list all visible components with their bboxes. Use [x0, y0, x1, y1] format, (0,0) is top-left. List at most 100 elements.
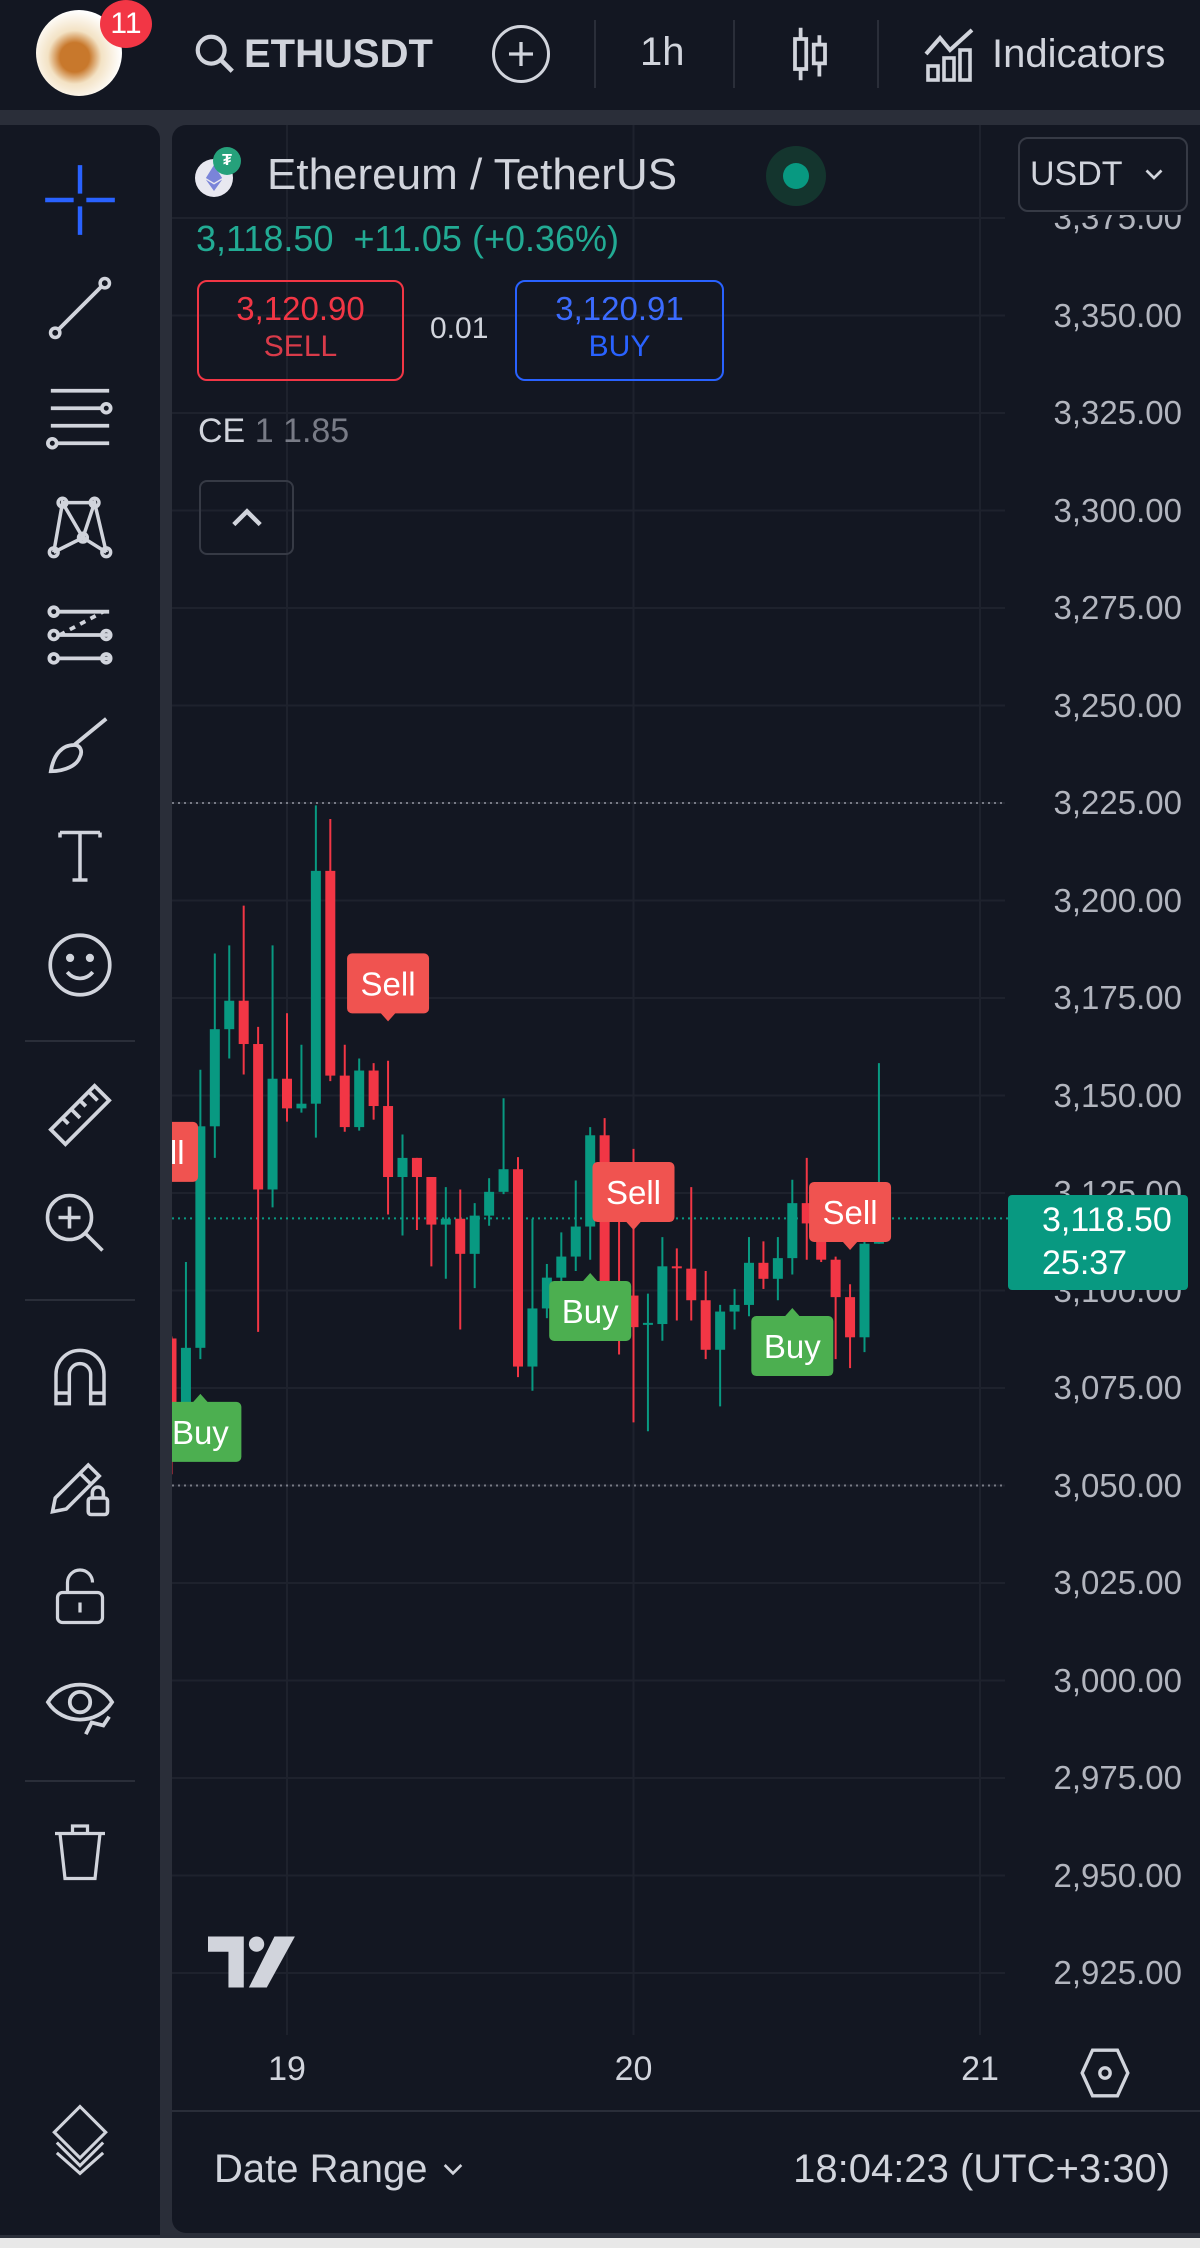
candle: [325, 818, 336, 1082]
candle-body: [642, 1322, 653, 1325]
sell-signal-label: Sell: [130, 1121, 199, 1190]
candle-body: [282, 1078, 292, 1109]
candle: [758, 1241, 769, 1289]
currency-dropdown[interactable]: USDT: [1018, 137, 1188, 212]
arrow-down-icon: [842, 1240, 859, 1250]
candle-body: [411, 1157, 422, 1178]
price-change: +11.05: [353, 218, 462, 259]
buy-signal-label: Buy: [751, 1308, 834, 1377]
price-tick-label: 3,000.00: [1053, 1661, 1182, 1699]
candle-body: [296, 1103, 307, 1109]
candle: [209, 953, 220, 1158]
candle-body: [772, 1258, 783, 1279]
arrow-down-icon: [380, 1012, 397, 1022]
clock-timezone[interactable]: 18:04:23 (UTC+3:30): [793, 2147, 1170, 2192]
buy-signal-label: Buy: [172, 1393, 242, 1462]
settings-icon: [1080, 2048, 1130, 2098]
spread-value: 0.01: [430, 312, 489, 345]
chevron-up-icon: [231, 507, 262, 526]
candle-body: [513, 1169, 523, 1367]
sell-button[interactable]: 3,120.90 SELL: [197, 280, 404, 381]
sell-signal-label: Sell: [809, 1181, 892, 1250]
price-tick-label: 3,300.00: [1053, 491, 1182, 529]
footer-divider: [172, 2110, 1200, 2112]
candle-body: [469, 1215, 480, 1254]
tradingview-logo[interactable]: [208, 1936, 300, 1988]
price-tick-label: 3,225.00: [1053, 784, 1182, 821]
date-tick-label: 21: [961, 2050, 999, 2088]
candle: [455, 1189, 466, 1330]
collapse-legend-button[interactable]: [199, 480, 294, 555]
price-change-percent: (+0.36%): [471, 218, 620, 259]
candle: [498, 1098, 509, 1195]
signal-text: Sell: [130, 1134, 185, 1171]
bottom-edge: [0, 2238, 1200, 2248]
arrow-up-icon: [192, 1393, 209, 1403]
price-tick-label: 3,175.00: [1053, 979, 1182, 1016]
candle: [195, 1069, 206, 1360]
candle: [859, 1241, 870, 1353]
candle: [238, 905, 249, 1075]
candle: [715, 1304, 726, 1407]
candle-body: [570, 1226, 581, 1257]
candle: [426, 1177, 437, 1267]
buy-button[interactable]: 3,120.91 BUY: [515, 280, 724, 381]
candle: [339, 1044, 350, 1132]
candle: [657, 1237, 668, 1341]
symbol-title: Ethereum / TetherUS: [267, 150, 678, 199]
symbol-header: ₮ Ethereum / TetherUS: [195, 145, 677, 205]
candle: [686, 1187, 697, 1321]
candle-body: [845, 1297, 856, 1338]
candle: [845, 1284, 856, 1369]
price-axis[interactable]: 3,375.00 3,350.00 3,325.00 3,300.00 3,275.00…: [1005, 215, 1200, 2035]
date-tick-label: 19: [268, 2050, 306, 2088]
date-range-button[interactable]: Date Range: [214, 2147, 463, 2192]
market-status-indicator[interactable]: [766, 146, 826, 206]
candle-body: [859, 1243, 870, 1338]
arrow-down-icon: [625, 1221, 642, 1231]
arrow-down-icon: [149, 1181, 165, 1190]
candle: [397, 1134, 408, 1236]
last-price: 3,118.50: [196, 218, 334, 259]
market-open-dot: [783, 163, 809, 189]
candle-body: [368, 1070, 379, 1107]
indicator-legend[interactable]: CE 1 1.85: [198, 412, 349, 451]
candle-body: [671, 1266, 682, 1269]
candle-body: [339, 1075, 350, 1128]
signal-text: Sell: [361, 965, 416, 1002]
price-tick-label: 2,925.00: [1053, 1954, 1182, 1991]
arrow-up-icon: [582, 1272, 599, 1282]
candle-body: [498, 1169, 509, 1192]
candle-body: [715, 1311, 726, 1350]
candle: [310, 805, 321, 1138]
date-tick-label: 20: [614, 2050, 653, 2088]
candle-body: [224, 1000, 235, 1030]
candle-body: [744, 1262, 754, 1305]
candle-body: [426, 1177, 437, 1225]
candle: [570, 1180, 581, 1271]
price-tick-label: 2,950.00: [1053, 1856, 1182, 1894]
signal-text: Sell: [606, 1174, 661, 1211]
candle-body: [455, 1218, 466, 1254]
candle: [354, 1058, 365, 1131]
candle-body: [729, 1304, 740, 1312]
signal-text: Buy: [562, 1293, 619, 1330]
candle: [383, 1060, 394, 1215]
candle: [469, 1203, 480, 1289]
signal-text: Buy: [764, 1328, 821, 1365]
price-tick-label: 3,350.00: [1053, 296, 1182, 334]
price-tick-label: 2,975.00: [1053, 1759, 1182, 1796]
price-change-line: 3,118.50 +11.05 (+0.36%): [196, 218, 619, 260]
candle: [556, 1232, 567, 1289]
price-tick-label: 3,050.00: [1053, 1466, 1182, 1504]
time-axis[interactable]: 19 20 21: [172, 2040, 1200, 2110]
candle-body: [209, 1029, 220, 1127]
price-tick-label: 3,075.00: [1053, 1369, 1182, 1406]
candle: [642, 1293, 653, 1432]
price-tick-label: 3,325.00: [1053, 394, 1182, 431]
chart-settings-button[interactable]: [1080, 2046, 1130, 2100]
sell-signal-label: Sell: [592, 1162, 675, 1231]
signal-text: Buy: [172, 1414, 229, 1451]
candle: [224, 945, 235, 1059]
price-tick-label: 3,250.00: [1053, 686, 1182, 724]
